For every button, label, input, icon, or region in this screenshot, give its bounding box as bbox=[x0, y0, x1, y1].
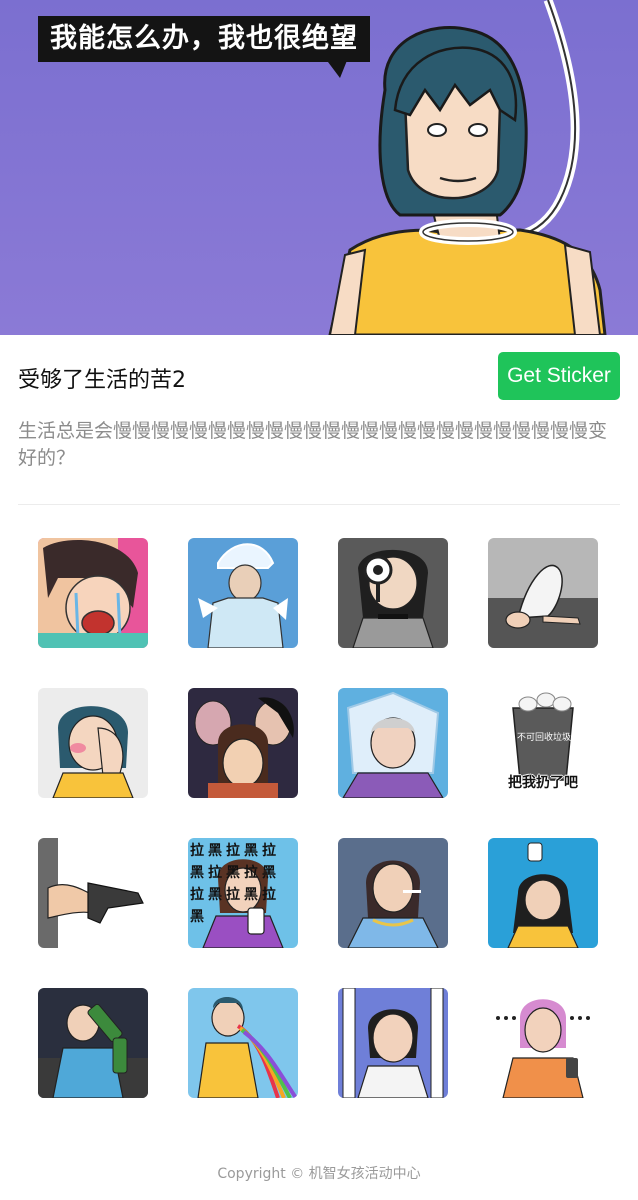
sticker-gun-hand[interactable] bbox=[38, 838, 148, 948]
sticker-ice-cold-woman-image bbox=[188, 538, 298, 648]
sticker-phone-woman[interactable] bbox=[488, 988, 598, 1098]
sticker-three-faces[interactable] bbox=[188, 688, 298, 798]
sticker-facepalm-woman[interactable] bbox=[38, 688, 148, 798]
sticker-magnifier-woman-image bbox=[338, 538, 448, 648]
sticker-gun-hand-image bbox=[38, 838, 148, 948]
sticker-magnifier-woman[interactable] bbox=[338, 538, 448, 648]
sticker-smoking-woman-image bbox=[338, 838, 448, 948]
sticker-phone-woman-image bbox=[488, 988, 598, 1098]
sticker-water-splash-woman[interactable] bbox=[488, 838, 598, 948]
sticker-plastic-bag-grandma[interactable] bbox=[338, 688, 448, 798]
sticker-smoking-woman[interactable] bbox=[338, 838, 448, 948]
sticker-drinking-man[interactable] bbox=[38, 988, 148, 1098]
footer-copyright: Copyright © 机智女孩活动中心 bbox=[217, 1166, 421, 1182]
sticker-trash-bin[interactable]: 不可回收垃圾 把我扔了吧 bbox=[488, 688, 598, 798]
sticker-kneeling-woman-image bbox=[488, 538, 598, 648]
sticker-ice-cold-woman[interactable] bbox=[188, 538, 298, 648]
sticker-block-woman[interactable]: 拉黑拉黑拉黑拉黑拉黑拉黑拉黑拉黑 bbox=[188, 838, 298, 948]
sticker-rainbow-vomit-woman-image bbox=[188, 988, 298, 1098]
sticker-window-crying-woman[interactable] bbox=[338, 988, 448, 1098]
sticker-pack-description: 生活总是会慢慢慢慢慢慢慢慢慢慢慢慢慢慢慢慢慢慢慢慢慢慢慢慢慢变好的？ bbox=[18, 420, 608, 469]
sticker-banner: 我能怎么办，我也很绝望 bbox=[0, 0, 638, 335]
sticker-pack-title: 受够了生活的苦2 bbox=[18, 368, 186, 393]
sticker-drinking-man-image bbox=[38, 988, 148, 1098]
get-sticker-button[interactable]: Get Sticker bbox=[498, 352, 620, 400]
sticker-facepalm-woman-image bbox=[38, 688, 148, 798]
sticker-three-faces-image bbox=[188, 688, 298, 798]
trash-bin-caption: 把我扔了吧 bbox=[508, 775, 578, 791]
speech-bubble: 我能怎么办，我也很绝望 bbox=[38, 16, 370, 62]
sticker-window-crying-woman-image bbox=[338, 988, 448, 1098]
block-text: 拉黑拉黑拉黑拉黑拉黑拉黑拉黑拉黑 bbox=[190, 843, 280, 925]
sticker-rainbow-vomit-woman[interactable] bbox=[188, 988, 298, 1098]
sticker-water-splash-woman-image bbox=[488, 838, 598, 948]
sticker-kneeling-woman[interactable] bbox=[488, 538, 598, 648]
trash-bin-label: 不可回收垃圾 bbox=[516, 733, 571, 743]
sticker-plastic-bag-grandma-image bbox=[338, 688, 448, 798]
sticker-crying-woman[interactable] bbox=[38, 538, 148, 648]
divider bbox=[18, 504, 620, 505]
sticker-crying-woman-image bbox=[38, 538, 148, 648]
